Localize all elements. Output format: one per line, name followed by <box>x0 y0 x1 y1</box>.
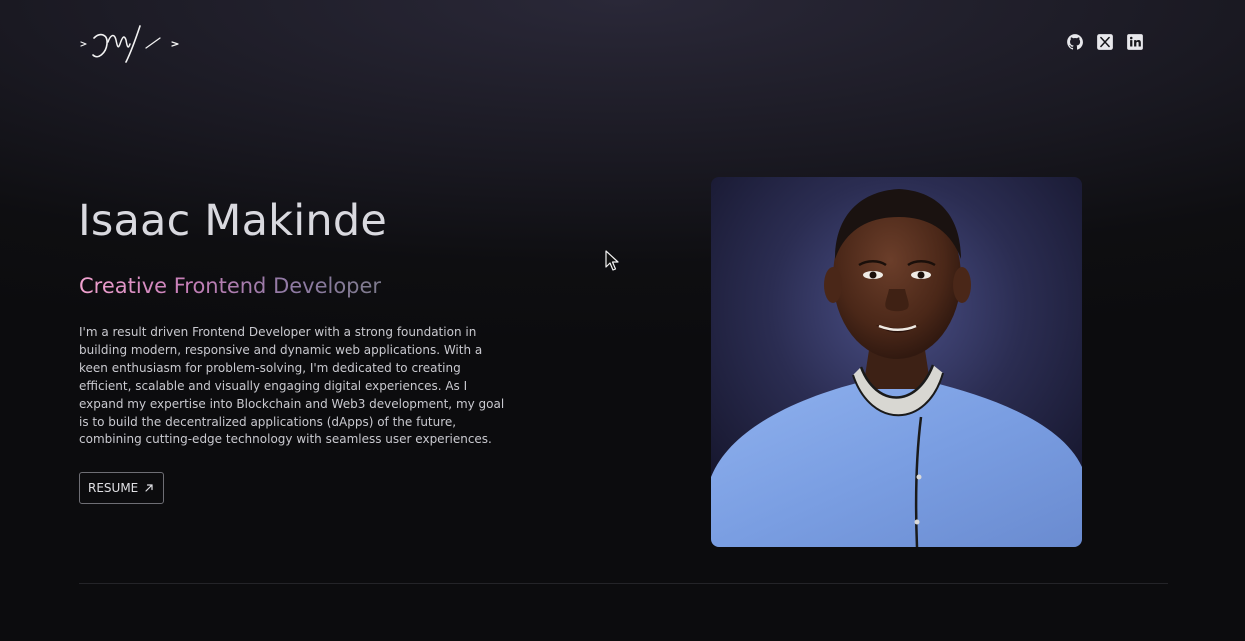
linkedin-icon <box>1127 34 1143 50</box>
x-link[interactable] <box>1096 33 1114 51</box>
site-logo[interactable] <box>78 20 184 66</box>
portrait-image <box>711 177 1082 547</box>
github-link[interactable] <box>1066 33 1084 51</box>
hero-name: Isaac Makinde <box>78 196 387 246</box>
signature-logo-icon <box>80 25 179 63</box>
social-links <box>1066 33 1144 51</box>
hero-bio: I'm a result driven Frontend Developer w… <box>79 325 505 447</box>
x-icon <box>1097 34 1113 50</box>
profile-portrait <box>711 177 1082 547</box>
resume-label: RESUME <box>88 481 139 495</box>
linkedin-link[interactable] <box>1126 33 1144 51</box>
resume-button[interactable]: RESUME <box>79 472 165 504</box>
hero-role: Creative Frontend Developer <box>79 274 382 298</box>
github-icon <box>1067 34 1083 50</box>
mouse-cursor-icon <box>605 250 619 271</box>
section-divider <box>79 583 1168 584</box>
external-link-arrow-icon <box>145 484 153 492</box>
